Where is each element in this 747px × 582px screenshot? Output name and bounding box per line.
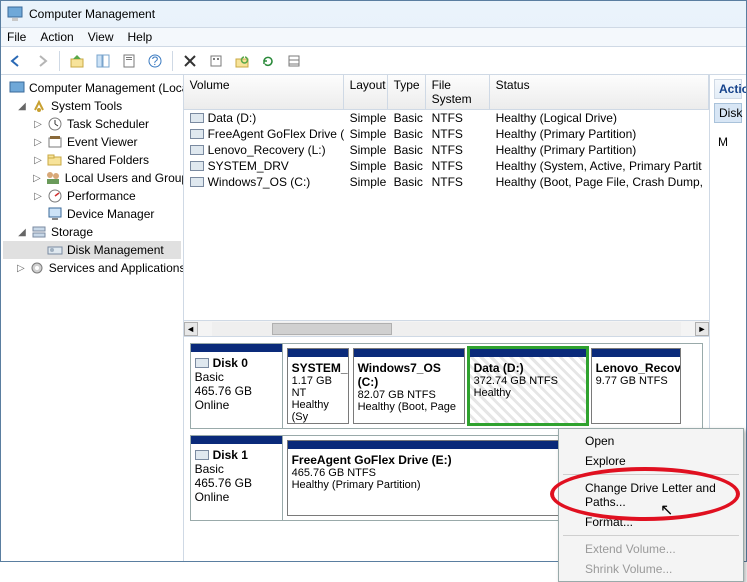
disk-icon — [195, 358, 209, 368]
menubar: File Action View Help — [1, 27, 746, 47]
nav-tree: Computer Management (Local ◢System Tools… — [1, 75, 184, 561]
drive-icon — [190, 177, 204, 187]
toolbar: ? — [1, 47, 746, 75]
options-button[interactable] — [231, 50, 253, 72]
ctx-separator — [563, 535, 739, 536]
ctx-separator — [563, 474, 739, 475]
settings-button[interactable] — [205, 50, 227, 72]
help-button[interactable]: ? — [144, 50, 166, 72]
tree-root[interactable]: Computer Management (Local — [3, 79, 181, 97]
refresh-button[interactable] — [257, 50, 279, 72]
app-icon — [7, 6, 23, 22]
col-type[interactable]: Type — [388, 75, 426, 109]
partition[interactable]: Lenovo_Recove9.77 GB NTFS — [591, 348, 681, 424]
disk-info[interactable]: Disk 1Basic465.76 GBOnline — [191, 436, 283, 520]
drive-icon — [190, 129, 204, 139]
forward-button[interactable] — [31, 50, 53, 72]
svg-text:?: ? — [152, 54, 159, 68]
titlebar: Computer Management — [1, 1, 746, 27]
show-hide-tree-button[interactable] — [92, 50, 114, 72]
ctx-format[interactable]: Format... — [561, 512, 741, 532]
tree-local-users[interactable]: ▷Local Users and Groups — [3, 169, 181, 187]
tree-system-tools[interactable]: ◢System Tools — [3, 97, 181, 115]
window-title: Computer Management — [29, 7, 155, 21]
disk-info[interactable]: Disk 0Basic465.76 GBOnline — [191, 344, 283, 428]
properties-button[interactable] — [118, 50, 140, 72]
partition[interactable]: Data (D:)372.74 GB NTFSHealthy — [469, 348, 587, 424]
ctx-shrink-volume: Shrink Volume... — [561, 559, 741, 579]
menu-action[interactable]: Action — [40, 30, 73, 44]
scroll-thumb[interactable] — [272, 323, 392, 335]
drive-icon — [190, 113, 204, 123]
volume-list: Volume Layout Type File System Status Da… — [184, 75, 709, 337]
menu-help[interactable]: Help — [128, 30, 153, 44]
tree-services-apps[interactable]: ▷Services and Applications — [3, 259, 181, 277]
volume-row[interactable]: SYSTEM_DRVSimpleBasicNTFSHealthy (System… — [184, 158, 709, 174]
horizontal-scrollbar[interactable]: ◄ ► — [184, 320, 709, 336]
tree-task-scheduler[interactable]: ▷Task Scheduler — [3, 115, 181, 133]
drive-icon — [190, 145, 204, 155]
tree-shared-folders[interactable]: ▷Shared Folders — [3, 151, 181, 169]
actions-item-more[interactable]: M — [714, 133, 742, 151]
drive-icon — [190, 161, 204, 171]
tree-storage[interactable]: ◢Storage — [3, 223, 181, 241]
menu-file[interactable]: File — [7, 30, 26, 44]
volume-row[interactable]: Data (D:)SimpleBasicNTFSHealthy (Logical… — [184, 110, 709, 126]
actions-item-disk[interactable]: Disk M — [714, 103, 742, 123]
ctx-change-drive-letter[interactable]: Change Drive Letter and Paths... — [561, 478, 741, 512]
col-status[interactable]: Status — [490, 75, 709, 109]
context-menu: Open Explore Change Drive Letter and Pat… — [558, 428, 744, 582]
tree-disk-management[interactable]: Disk Management — [3, 241, 181, 259]
volume-row[interactable]: FreeAgent GoFlex Drive (E:)SimpleBasicNT… — [184, 126, 709, 142]
ctx-explore[interactable]: Explore — [561, 451, 741, 471]
col-filesystem[interactable]: File System — [426, 75, 490, 109]
tree-event-viewer[interactable]: ▷Event Viewer — [3, 133, 181, 151]
scroll-right-arrow[interactable]: ► — [695, 322, 709, 336]
partition[interactable]: Windows7_OS (C:)82.07 GB NTFSHealthy (Bo… — [353, 348, 465, 424]
menu-view[interactable]: View — [88, 30, 114, 44]
tree-performance[interactable]: ▷Performance — [3, 187, 181, 205]
ctx-extend-volume: Extend Volume... — [561, 539, 741, 559]
disk-row: Disk 0Basic465.76 GBOnlineSYSTEM_D1.17 G… — [190, 343, 703, 429]
back-button[interactable] — [5, 50, 27, 72]
volume-row[interactable]: Windows7_OS (C:)SimpleBasicNTFSHealthy (… — [184, 174, 709, 190]
tree-device-manager[interactable]: Device Manager — [3, 205, 181, 223]
volume-list-header[interactable]: Volume Layout Type File System Status — [184, 75, 709, 110]
volume-row[interactable]: Lenovo_Recovery (L:)SimpleBasicNTFSHealt… — [184, 142, 709, 158]
partition[interactable]: SYSTEM_D1.17 GB NTHealthy (Sy — [287, 348, 349, 424]
up-button[interactable] — [66, 50, 88, 72]
col-layout[interactable]: Layout — [344, 75, 388, 109]
scroll-left-arrow[interactable]: ◄ — [184, 322, 198, 336]
ctx-open[interactable]: Open — [561, 431, 741, 451]
col-volume[interactable]: Volume — [184, 75, 344, 109]
list-button[interactable] — [283, 50, 305, 72]
disk-icon — [195, 450, 209, 460]
actions-header: Action — [714, 79, 742, 99]
delete-button[interactable] — [179, 50, 201, 72]
